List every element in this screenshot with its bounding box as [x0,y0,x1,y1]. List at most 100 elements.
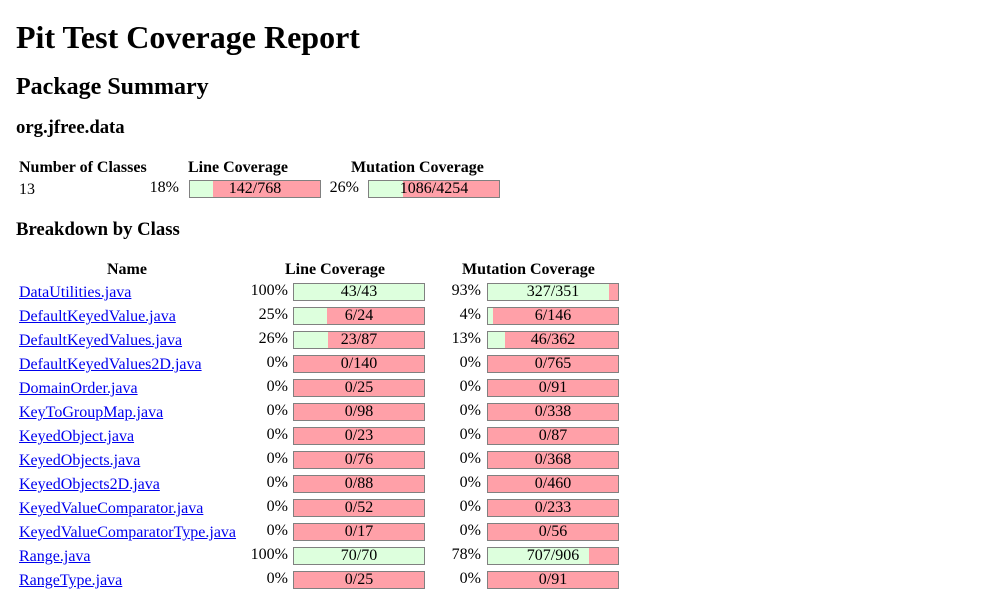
package-mutation-bar: 1086/4254 [368,180,500,198]
mutation-coverage-pct: 0% [459,450,481,467]
header-mutation-coverage: Mutation Coverage [351,159,484,176]
header-class-line-coverage: Line Coverage [285,261,385,278]
header-name: Name [107,261,147,278]
mutation-coverage-pct: 0% [459,498,481,515]
mutation-coverage-label: 46/362 [530,331,576,348]
line-coverage-label: 0/17 [344,523,374,540]
line-coverage-pct: 100% [250,282,288,299]
line-coverage-pct: 0% [266,522,288,539]
line-coverage-label: 23/87 [340,331,378,348]
line-coverage-pct: 0% [266,354,288,371]
line-coverage-pct: 0% [266,570,288,587]
mutation-coverage-pct: 13% [451,330,481,347]
mutation-coverage-label: 0/91 [538,571,568,588]
line-coverage-pct: 0% [266,402,288,419]
line-coverage-bar: 0/25 [293,571,425,589]
mutation-coverage-pct: 78% [451,546,481,563]
class-link[interactable]: DefaultKeyedValue.java [19,308,176,326]
mutation-coverage-bar: 46/362 [487,331,619,349]
mutation-coverage-label: 0/56 [538,523,568,540]
class-link[interactable]: KeyedObject.java [19,428,134,446]
class-link[interactable]: DomainOrder.java [19,380,138,398]
mutation-coverage-bar: 0/87 [487,427,619,445]
line-coverage-label: 0/23 [344,427,374,444]
line-coverage-bar: 0/52 [293,499,425,517]
line-coverage-bar: 0/140 [293,355,425,373]
mutation-coverage-bar: 0/56 [487,523,619,541]
mutation-coverage-bar: 0/460 [487,475,619,493]
line-coverage-label: 70/70 [340,547,378,564]
package-mutation-label: 1086/4254 [399,180,469,197]
mutation-coverage-label: 0/91 [538,379,568,396]
mutation-coverage-bar: 0/91 [487,571,619,589]
mutation-coverage-pct: 0% [459,522,481,539]
line-coverage-label: 0/25 [344,571,374,588]
class-link[interactable]: Range.java [19,548,91,566]
mutation-coverage-pct: 0% [459,378,481,395]
mutation-coverage-pct: 0% [459,354,481,371]
mutation-coverage-bar: 327/351 [487,283,619,301]
class-link[interactable]: KeyedValueComparatorType.java [19,524,236,542]
mutation-coverage-bar: 0/91 [487,379,619,397]
line-coverage-label: 0/76 [344,451,374,468]
line-coverage-label: 0/140 [340,355,378,372]
package-line-label: 142/768 [228,180,282,197]
package-line-bar: 142/768 [189,180,321,198]
line-coverage-pct: 25% [258,306,288,323]
line-coverage-pct: 100% [250,546,288,563]
class-link[interactable]: KeyedObjects2D.java [19,476,160,494]
line-coverage-pct: 0% [266,426,288,443]
class-link[interactable]: RangeType.java [19,572,122,590]
class-link[interactable]: KeyedValueComparator.java [19,500,203,518]
breakdown-heading: Breakdown by Class [16,219,180,240]
line-coverage-bar: 70/70 [293,547,425,565]
mutation-coverage-bar: 0/338 [487,403,619,421]
package-summary-heading: Package Summary [16,74,209,100]
mutation-coverage-label: 327/351 [526,283,580,300]
class-link[interactable]: KeyToGroupMap.java [19,404,163,422]
class-link[interactable]: KeyedObjects.java [19,452,140,470]
line-coverage-bar: 0/98 [293,403,425,421]
mutation-coverage-label: 707/906 [526,547,580,564]
line-coverage-pct: 0% [266,474,288,491]
mutation-coverage-pct: 0% [459,474,481,491]
line-coverage-label: 0/88 [344,475,374,492]
mutation-coverage-label: 0/233 [534,499,572,516]
class-link[interactable]: DefaultKeyedValues.java [19,332,182,350]
line-coverage-bar: 43/43 [293,283,425,301]
page-title: Pit Test Coverage Report [16,19,360,55]
line-coverage-label: 6/24 [344,307,374,324]
mutation-coverage-bar: 707/906 [487,547,619,565]
line-coverage-bar: 0/17 [293,523,425,541]
line-coverage-bar: 0/88 [293,475,425,493]
mutation-coverage-label: 0/765 [534,355,572,372]
mutation-coverage-pct: 0% [459,402,481,419]
line-coverage-pct: 0% [266,378,288,395]
line-coverage-pct: 0% [266,498,288,515]
mutation-coverage-label: 0/338 [534,403,572,420]
line-coverage-bar: 0/23 [293,427,425,445]
mutation-coverage-pct: 0% [459,570,481,587]
line-coverage-bar: 6/24 [293,307,425,325]
line-coverage-pct: 0% [266,450,288,467]
mutation-coverage-label: 0/368 [534,451,572,468]
line-coverage-label: 0/25 [344,379,374,396]
line-coverage-label: 43/43 [340,283,378,300]
class-link[interactable]: DataUtilities.java [19,284,131,302]
header-class-mutation-coverage: Mutation Coverage [462,261,595,278]
mutation-coverage-bar: 0/368 [487,451,619,469]
mutation-coverage-label: 0/87 [538,427,568,444]
classes-count: 13 [19,181,35,198]
header-number-of-classes: Number of Classes [19,159,147,176]
package-name: org.jfree.data [16,117,125,138]
mutation-coverage-bar: 0/765 [487,355,619,373]
package-line-pct: 18% [149,179,179,196]
line-coverage-pct: 26% [258,330,288,347]
mutation-coverage-bar: 0/233 [487,499,619,517]
mutation-coverage-bar: 6/146 [487,307,619,325]
line-coverage-label: 0/98 [344,403,374,420]
mutation-coverage-pct: 93% [451,282,481,299]
class-link[interactable]: DefaultKeyedValues2D.java [19,356,202,374]
line-coverage-bar: 0/25 [293,379,425,397]
mutation-coverage-pct: 0% [459,426,481,443]
